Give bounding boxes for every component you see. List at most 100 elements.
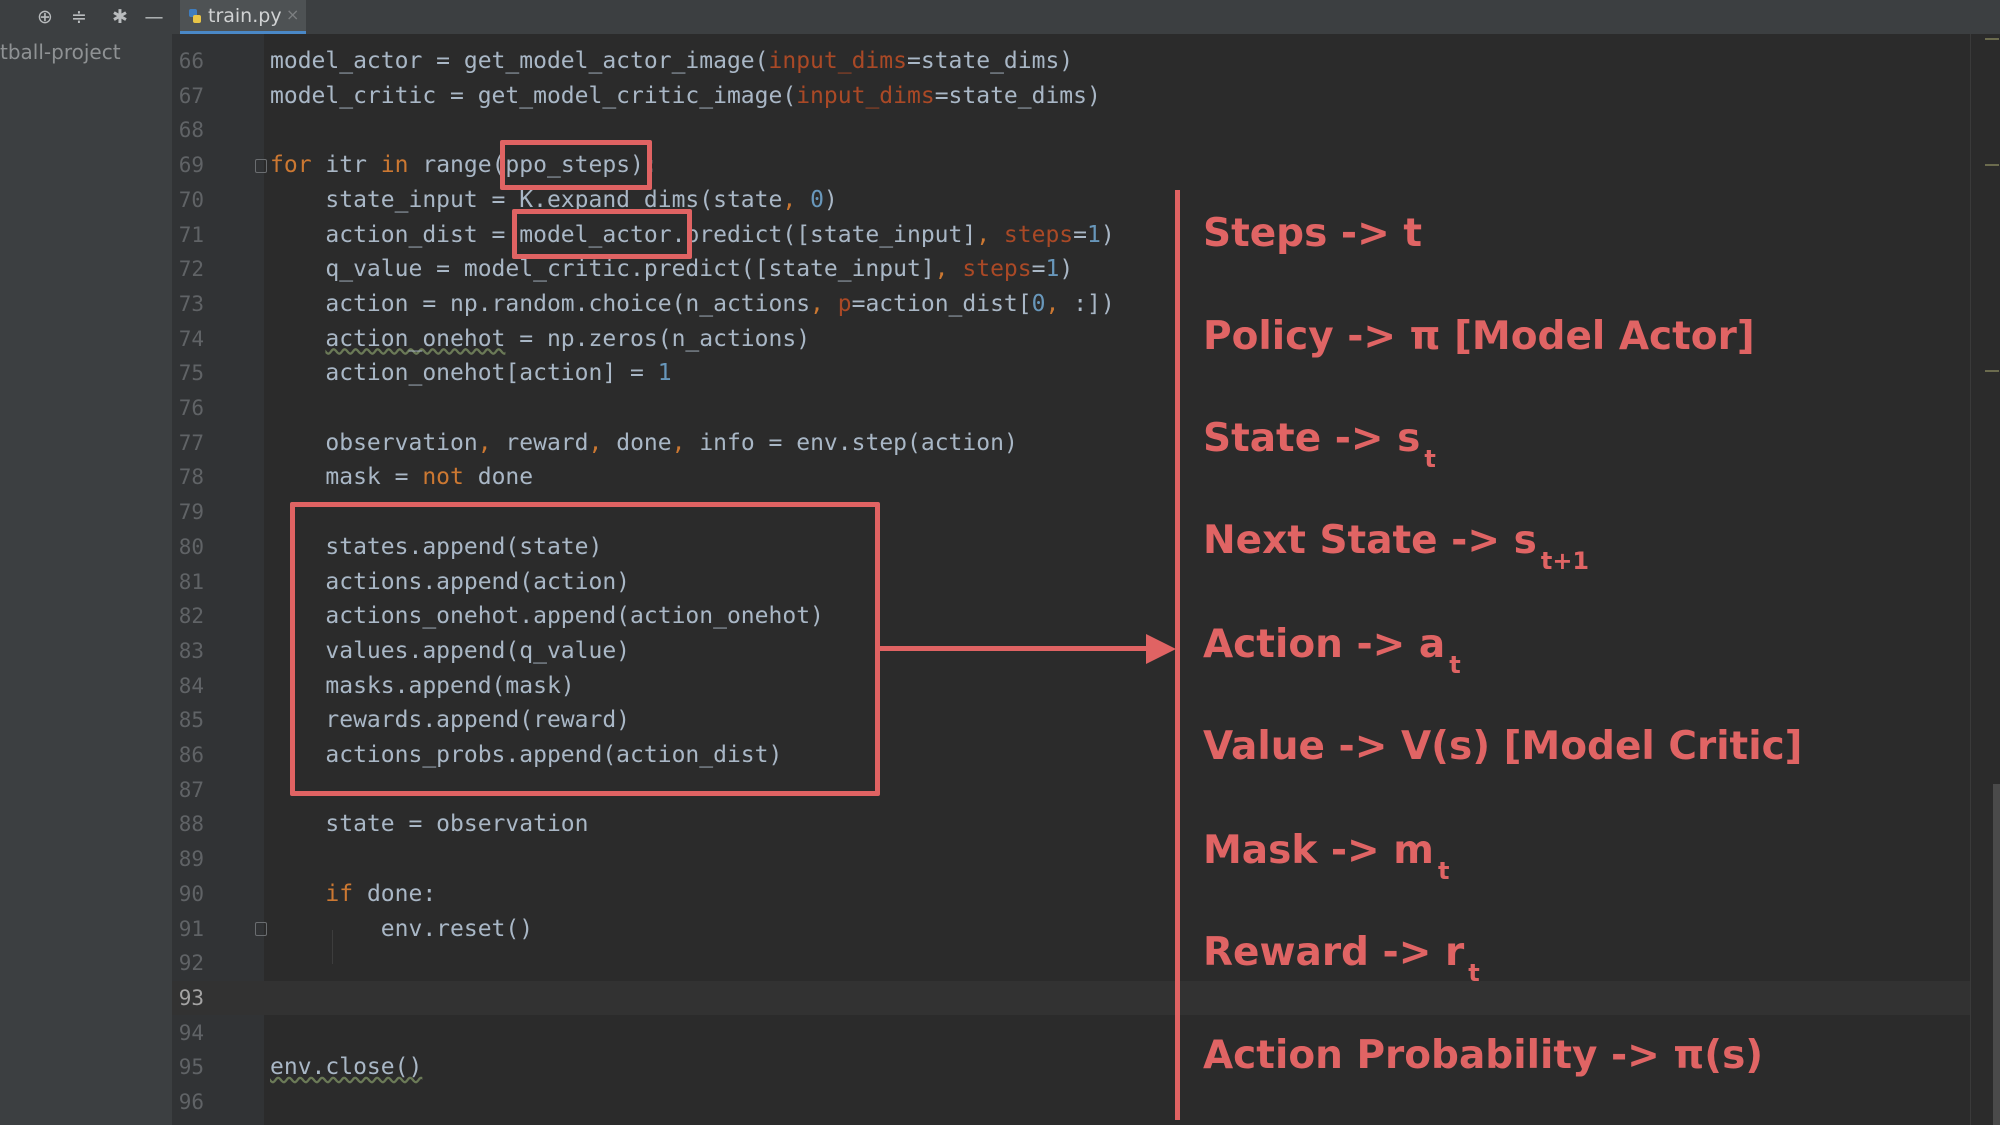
code-token: 1 bbox=[1087, 221, 1101, 248]
code-line[interactable]: action = np.random.choice(n_actions, p=a… bbox=[270, 287, 1114, 321]
line-number: 66 bbox=[178, 49, 204, 73]
editor-scrollbar[interactable] bbox=[1970, 34, 2000, 1125]
error-stripe-marker bbox=[1985, 38, 1999, 40]
code-token: 1 bbox=[1045, 256, 1060, 283]
error-stripe-marker bbox=[1985, 370, 1999, 372]
line-number: 70 bbox=[178, 187, 204, 212]
code-line[interactable]: env.close() bbox=[270, 1050, 422, 1084]
line-number: 78 bbox=[178, 465, 204, 490]
editor-toolbar: ⊕ ≑ ✱ — train.py × bbox=[0, 0, 2000, 35]
line-number: 80 bbox=[178, 534, 204, 559]
code-token: = bbox=[1031, 256, 1046, 283]
annotation-item: Steps -> t bbox=[1203, 210, 1422, 258]
project-name[interactable]: tball-project bbox=[0, 40, 121, 64]
error-stripe-marker bbox=[1985, 164, 1999, 166]
code-token: q_value = model_critic.predict([state_in… bbox=[270, 256, 935, 283]
annotation-text: State -> s bbox=[1203, 416, 1421, 461]
code-token: itr bbox=[311, 152, 381, 179]
annotation-item: State -> st bbox=[1203, 415, 1436, 473]
line-number: 94 bbox=[178, 1020, 204, 1045]
line-number: 77 bbox=[178, 430, 204, 455]
code-token: reward bbox=[505, 429, 589, 456]
code-line[interactable]: model_critic = get_model_critic_image(in… bbox=[270, 79, 1101, 113]
annotation-text: Value -> V(s) [Model Critic] bbox=[1203, 724, 1803, 769]
code-line[interactable]: if done: bbox=[270, 877, 436, 911]
code-token: p bbox=[837, 290, 852, 317]
annotation-text: Policy -> π [Model Actor] bbox=[1203, 314, 1755, 359]
code-line[interactable]: env.reset() bbox=[270, 912, 533, 946]
code-token: steps bbox=[962, 256, 1032, 283]
annotation-item: Next State -> s t+1 bbox=[1203, 517, 1589, 575]
code-line[interactable]: action_dist = model_actor.predict([state… bbox=[270, 218, 1115, 252]
line-number: 95 bbox=[178, 1055, 204, 1080]
annotation-subscript: t bbox=[1468, 959, 1480, 987]
code-line[interactable]: state = observation bbox=[270, 807, 589, 841]
arrow-head-icon bbox=[1146, 634, 1176, 664]
annotation-text: Steps -> t bbox=[1203, 211, 1422, 256]
code-line[interactable]: action_onehot[action] = 1 bbox=[270, 356, 672, 390]
annotation-divider bbox=[1175, 190, 1180, 1120]
line-number: 67 bbox=[178, 83, 204, 108]
hide-icon[interactable]: — bbox=[141, 4, 167, 30]
code-token: action_onehot[action] = bbox=[270, 360, 658, 387]
current-line-highlight bbox=[172, 981, 1970, 1015]
fold-icon[interactable] bbox=[255, 159, 267, 173]
code-token: env.reset() bbox=[270, 915, 534, 942]
tab-train-py[interactable]: train.py × bbox=[180, 0, 306, 34]
line-number: 86 bbox=[178, 743, 204, 767]
line-number: 87 bbox=[178, 777, 204, 802]
annotation-item: Value -> V(s) [Model Critic] bbox=[1203, 723, 1803, 771]
annotation-subscript: t+1 bbox=[1540, 547, 1590, 575]
fold-icon[interactable] bbox=[255, 922, 267, 936]
code-token: 0 bbox=[810, 186, 824, 213]
annotation-item: Mask -> mt bbox=[1203, 827, 1449, 885]
line-number: 76 bbox=[178, 396, 204, 420]
code-token: =action_dist[ bbox=[851, 290, 1032, 317]
gear-icon[interactable]: ✱ bbox=[107, 4, 133, 30]
code-token: model_actor = get_model_actor_image( bbox=[270, 48, 769, 74]
highlight-append-block bbox=[290, 502, 880, 796]
code-token: ) bbox=[1059, 256, 1074, 283]
code-token: steps bbox=[1003, 221, 1074, 248]
code-token: , bbox=[976, 221, 1004, 248]
highlight-model-actor bbox=[512, 209, 692, 259]
line-number: 82 bbox=[178, 604, 204, 629]
code-token: model_critic = get_model_critic_image( bbox=[270, 82, 797, 109]
code-token: 0 bbox=[1031, 290, 1046, 317]
code-token: , bbox=[588, 429, 617, 456]
code-token: state = observation bbox=[270, 811, 589, 838]
annotation-subscript: t bbox=[1424, 445, 1436, 473]
code-token: ) bbox=[1100, 221, 1115, 248]
code-token: , bbox=[671, 429, 700, 456]
annotation-text: Mask -> m bbox=[1203, 828, 1434, 873]
annotation-text: Next State -> s bbox=[1203, 518, 1537, 563]
target-icon[interactable]: ⊕ bbox=[32, 4, 58, 30]
close-icon[interactable]: × bbox=[286, 5, 299, 24]
line-number: 90 bbox=[178, 881, 204, 906]
scrollbar-thumb[interactable] bbox=[1993, 784, 2000, 1125]
code-line[interactable]: observation, reward, done, info = env.st… bbox=[270, 426, 1017, 460]
code-token: done bbox=[616, 429, 672, 456]
project-panel: tball-project bbox=[0, 34, 172, 1125]
code-line[interactable]: model_actor = get_model_actor_image(inpu… bbox=[270, 44, 1073, 78]
code-token: done bbox=[463, 464, 534, 491]
line-number: 69 bbox=[178, 153, 204, 178]
annotation-subscript: t bbox=[1437, 857, 1450, 885]
line-number: 91 bbox=[178, 916, 204, 941]
code-token: = np.zeros(n_actions) bbox=[505, 325, 811, 352]
code-token: , bbox=[934, 256, 963, 283]
code-token: , bbox=[1045, 290, 1074, 317]
code-line[interactable]: mask = not done bbox=[270, 460, 533, 494]
collapse-icon[interactable]: ≑ bbox=[66, 4, 92, 30]
line-number: 84 bbox=[178, 673, 204, 698]
code-token: , bbox=[477, 429, 506, 456]
code-line[interactable]: action_onehot = np.zeros(n_actions) bbox=[270, 322, 810, 356]
code-token: , bbox=[782, 186, 811, 213]
code-token: env.close() bbox=[270, 1054, 423, 1081]
line-number: 79 bbox=[178, 500, 204, 525]
annotation-text: Action -> a bbox=[1203, 622, 1446, 667]
code-token: 1 bbox=[657, 360, 672, 387]
code-token: if bbox=[325, 880, 354, 907]
annotation-item: Reward -> rt bbox=[1203, 929, 1480, 987]
